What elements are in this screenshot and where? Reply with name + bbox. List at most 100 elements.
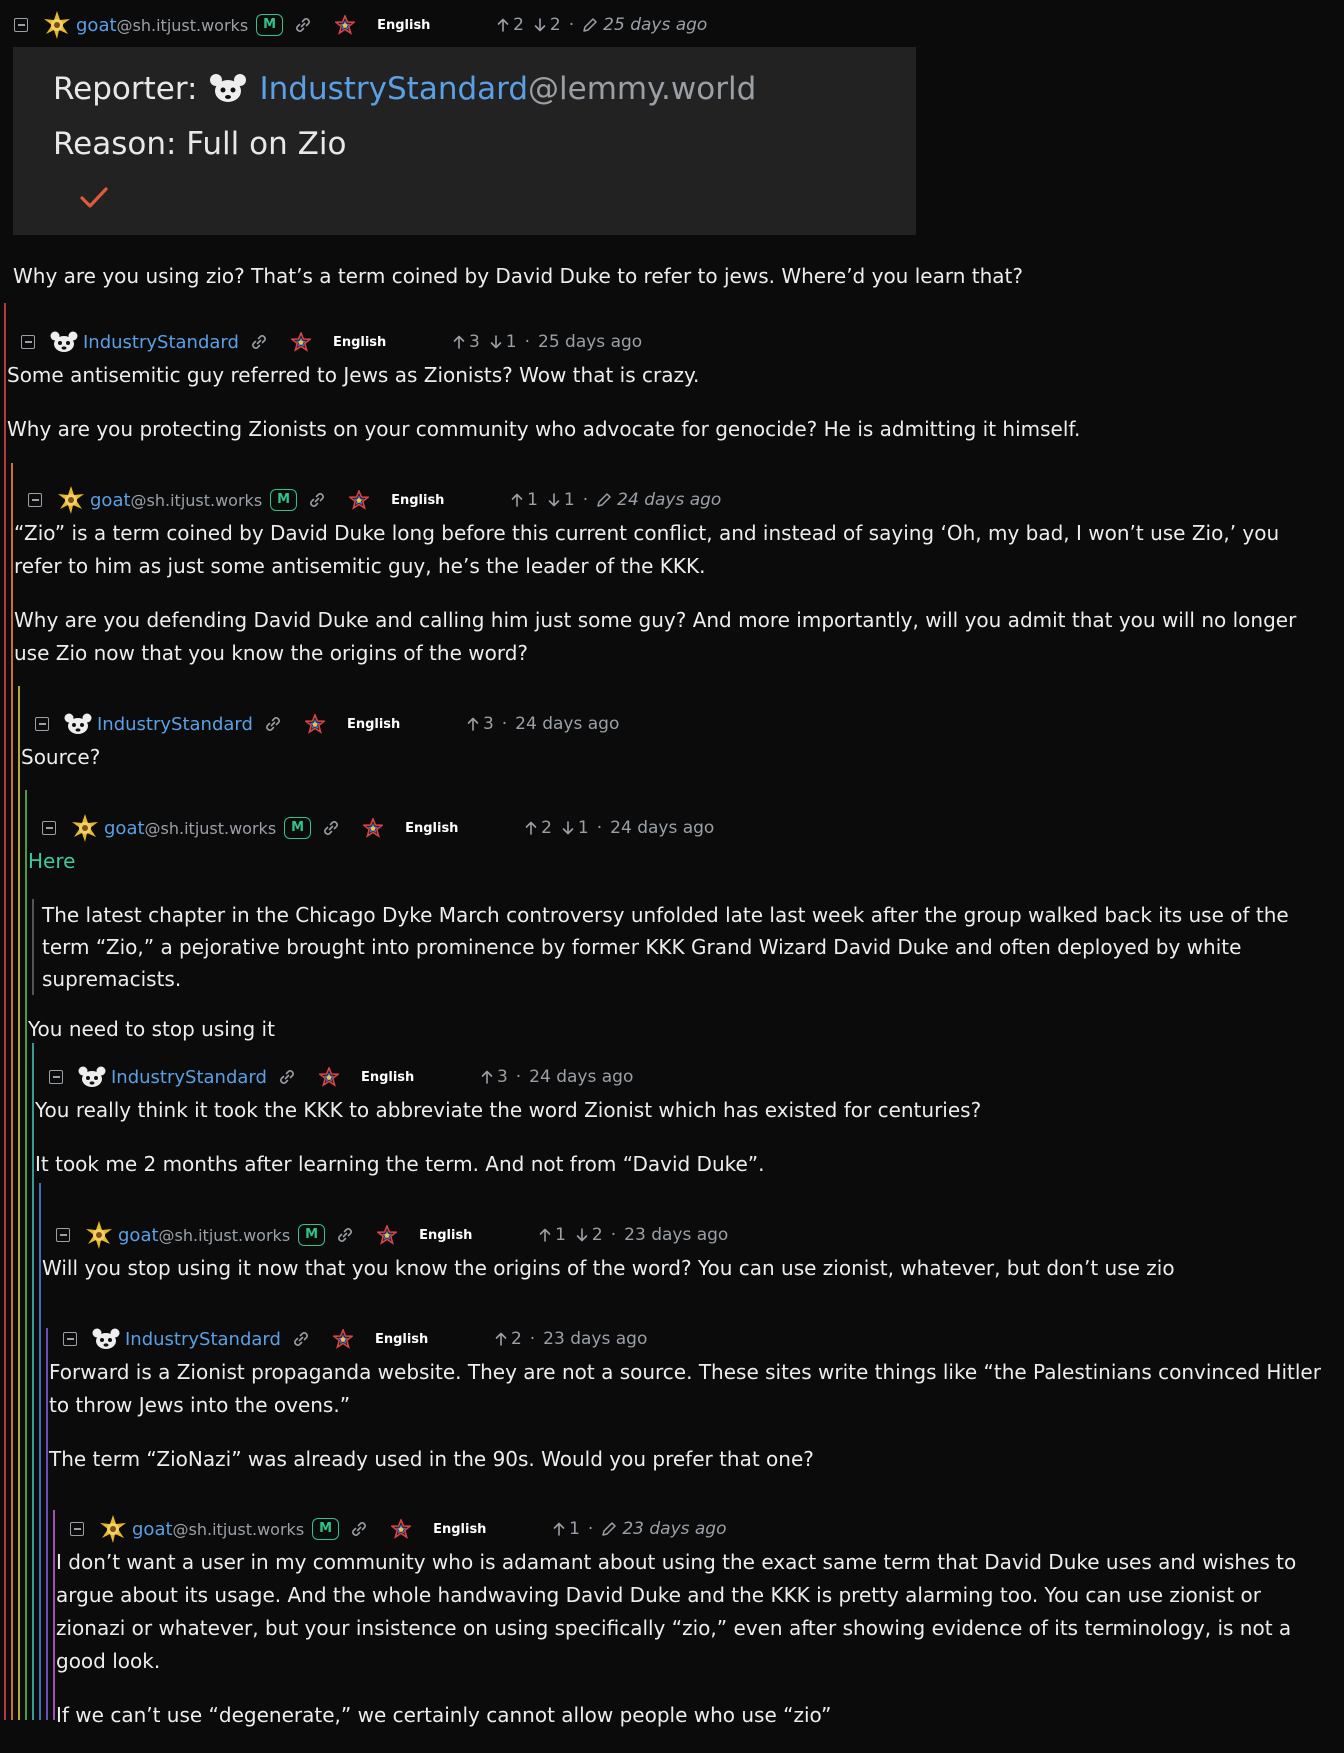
timestamp[interactable]: 23 days ago <box>624 1225 728 1245</box>
vote-counts: 1 <box>553 1519 580 1539</box>
collapse-button[interactable] <box>21 335 35 349</box>
timestamp[interactable]: 24 days ago <box>610 818 714 838</box>
user-avatar[interactable] <box>84 1220 114 1250</box>
link-icon[interactable] <box>307 490 327 510</box>
user-avatar[interactable] <box>70 813 100 843</box>
upvote-icon[interactable] <box>495 1332 507 1346</box>
link-icon[interactable] <box>249 332 269 352</box>
user-avatar[interactable] <box>42 10 72 40</box>
thread-rail[interactable] <box>39 1183 41 1720</box>
thread-rail[interactable] <box>4 303 6 1720</box>
collapse-button[interactable] <box>28 493 42 507</box>
collapse-button[interactable] <box>63 1332 77 1346</box>
user-avatar[interactable] <box>56 485 86 515</box>
downvote-count: 1 <box>563 490 575 510</box>
federation-icon <box>389 1517 413 1539</box>
thread-rail[interactable] <box>46 1328 48 1720</box>
vote-counts: 12 <box>539 1225 603 1245</box>
downvote-icon[interactable] <box>548 493 560 507</box>
timestamp[interactable]: 23 days ago <box>622 1519 726 1539</box>
link-icon[interactable] <box>335 1225 355 1245</box>
user-instance: @sh.itjust.works <box>144 818 277 838</box>
federation-icon <box>333 13 357 35</box>
user-avatar[interactable] <box>91 1324 121 1354</box>
vote-counts: 21 <box>525 818 589 838</box>
collapse-button[interactable] <box>35 717 49 731</box>
downvote-icon[interactable] <box>490 335 502 349</box>
username-link[interactable]: goat <box>118 1225 159 1246</box>
federation-icon <box>289 330 313 352</box>
comment: goat @sh.itjust.works M English 2 2 · 25 days a… <box>0 8 1332 42</box>
comment-text: You really think it took the KKK to abbr… <box>35 1098 982 1122</box>
timestamp[interactable]: 24 days ago <box>515 714 619 734</box>
comment-thread: goat @sh.itjust.works M English 2 2 · 25 days a… <box>0 0 1344 1727</box>
link-icon[interactable] <box>263 714 283 734</box>
comment-text: You need to stop using it <box>28 1017 275 1041</box>
username-link[interactable]: IndustryStandard <box>111 1067 267 1088</box>
username-link[interactable]: IndustryStandard <box>125 1329 281 1350</box>
separator-dot: · <box>610 1225 617 1245</box>
link-icon[interactable] <box>293 15 313 35</box>
source-link[interactable]: Here <box>28 849 75 873</box>
comment: IndustryStandard English 3 1 · 25 days ago So… <box>7 325 1332 467</box>
thread-rail[interactable] <box>25 790 27 1720</box>
user-avatar[interactable] <box>63 709 93 739</box>
collapse-button[interactable] <box>49 1070 63 1084</box>
collapse-button[interactable] <box>56 1228 70 1242</box>
upvote-icon[interactable] <box>497 18 509 32</box>
upvote-icon[interactable] <box>453 335 465 349</box>
upvote-count: 1 <box>555 1225 566 1245</box>
comment: goat @sh.itjust.works M English 2 1 · 24 days a… <box>28 811 1332 1067</box>
collapse-button[interactable] <box>42 821 56 835</box>
link-icon[interactable] <box>291 1329 311 1349</box>
link-icon[interactable] <box>349 1519 369 1539</box>
upvote-icon[interactable] <box>481 1070 493 1084</box>
language-tag: English <box>377 17 431 33</box>
user-avatar[interactable] <box>77 1062 107 1092</box>
upvote-icon[interactable] <box>511 493 523 507</box>
thread-rail[interactable] <box>18 686 20 1720</box>
upvote-icon[interactable] <box>525 821 537 835</box>
collapse-button[interactable] <box>14 18 28 32</box>
timestamp[interactable]: 24 days ago <box>617 490 721 510</box>
downvote-icon[interactable] <box>576 1228 588 1242</box>
downvote-count: 1 <box>577 818 589 838</box>
upvote-icon[interactable] <box>467 717 479 731</box>
user-avatar[interactable] <box>98 1514 128 1544</box>
username-link[interactable]: IndustryStandard <box>97 714 253 735</box>
separator-dot: · <box>529 1329 536 1349</box>
reporter-name-link[interactable]: IndustryStandard <box>259 71 528 107</box>
comment-meta: goat @sh.itjust.works M English 2 2 · 25 days a… <box>0 8 1332 42</box>
thread-rail[interactable] <box>11 463 13 1720</box>
resolve-check-icon[interactable] <box>79 185 109 211</box>
comment-meta: IndustryStandard English 3 · 24 days ago <box>35 1060 1332 1094</box>
link-icon[interactable] <box>321 818 341 838</box>
timestamp[interactable]: 25 days ago <box>603 15 707 35</box>
link-icon[interactable] <box>277 1067 297 1087</box>
upvote-icon[interactable] <box>539 1228 551 1242</box>
downvote-icon[interactable] <box>562 821 574 835</box>
thread-rail[interactable] <box>53 1510 55 1720</box>
vote-counts: 22 <box>497 15 561 35</box>
timestamp[interactable]: 25 days ago <box>538 332 642 352</box>
report-reason: Reason: Full on Zio <box>53 126 347 162</box>
collapse-button[interactable] <box>70 1522 84 1536</box>
vote-counts: 3 <box>467 714 494 734</box>
username-link[interactable]: goat <box>132 1519 173 1540</box>
timestamp[interactable]: 24 days ago <box>529 1067 633 1087</box>
reporter-instance: @lemmy.world <box>528 71 757 107</box>
username-link[interactable]: IndustryStandard <box>83 332 239 353</box>
upvote-count: 3 <box>496 1067 508 1087</box>
language-tag: English <box>346 716 401 732</box>
reporter-avatar[interactable] <box>207 72 249 106</box>
user-avatar[interactable] <box>49 327 79 357</box>
upvote-icon[interactable] <box>553 1522 565 1536</box>
downvote-icon[interactable] <box>534 18 546 32</box>
thread-rail[interactable] <box>32 1043 34 1720</box>
timestamp[interactable]: 23 days ago <box>543 1329 647 1349</box>
username-link[interactable]: goat <box>104 818 145 839</box>
username-link[interactable]: goat <box>76 15 117 36</box>
username-link[interactable]: goat <box>90 490 131 511</box>
comment-meta: goat @sh.itjust.works M English 1 1 · 24 days a… <box>14 483 1332 517</box>
comment-text: Source? <box>21 745 101 769</box>
